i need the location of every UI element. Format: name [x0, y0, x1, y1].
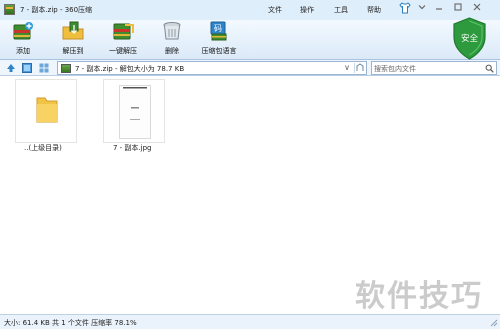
details-view-icon[interactable] [22, 63, 32, 73]
language-code-icon: 码 [207, 21, 231, 41]
search-box[interactable] [371, 61, 497, 75]
title-bar: 7 - 副本.zip - 360压缩 文件 操作 工具 帮助 [0, 0, 500, 20]
up-arrow-icon[interactable] [6, 63, 16, 73]
address-bar: 7 - 副本.zip - 解包大小为 78.7 KB ∨ [0, 60, 500, 76]
svg-text:码: 码 [214, 24, 222, 33]
thumbnail-view-icon[interactable] [39, 63, 49, 73]
resize-grip-icon[interactable] [490, 319, 498, 327]
menu-help[interactable]: 帮助 [367, 5, 381, 15]
image-file-item[interactable] [103, 79, 165, 143]
one-click-extract-button[interactable]: 一键解压 [103, 21, 143, 58]
language-pack-button[interactable]: 码 压缩包语言 [197, 21, 241, 58]
watermark-text: 软件技巧 [355, 279, 483, 314]
skin-shirt-icon[interactable] [398, 2, 412, 16]
image-file-label: 7 - 副本.jpg [113, 144, 152, 152]
delete-button[interactable]: 删除 [158, 21, 186, 58]
address-go-icon[interactable] [354, 63, 365, 73]
add-archive-icon [11, 21, 35, 41]
add-button[interactable]: 添加 [8, 21, 38, 58]
maximize-icon[interactable] [451, 2, 465, 16]
image-file-icon [119, 85, 151, 139]
delete-label: 删除 [165, 47, 179, 55]
status-bar: 大小: 61.4 KB 共 1 个文件 压缩率 78.1% [0, 314, 500, 329]
extract-to-button[interactable]: 解压到 [55, 21, 91, 58]
app-zip-icon [4, 4, 15, 15]
search-icon[interactable] [485, 64, 494, 73]
extract-to-label: 解压到 [62, 47, 84, 55]
menu-operation[interactable]: 操作 [300, 5, 314, 15]
window-title: 7 - 副本.zip - 360压缩 [20, 6, 93, 14]
status-text: 大小: 61.4 KB 共 1 个文件 压缩率 78.1% [4, 319, 137, 327]
zip-archive-icon [61, 64, 71, 73]
parent-directory-label: ..(上级目录) [24, 144, 62, 152]
toolbar: 添加 解压到 一键解压 删除 码 压缩包语言 [0, 20, 500, 60]
address-path-text: 7 - 副本.zip - 解包大小为 78.7 KB [75, 65, 185, 73]
address-path-field[interactable]: 7 - 副本.zip - 解包大小为 78.7 KB ∨ [57, 61, 367, 75]
parent-directory-item[interactable] [15, 79, 77, 143]
one-click-extract-label: 一键解压 [109, 47, 137, 55]
address-dropdown-icon[interactable]: ∨ [342, 63, 352, 73]
one-click-extract-icon [111, 21, 135, 41]
folder-icon [36, 97, 58, 123]
menu-file[interactable]: 文件 [268, 5, 282, 15]
minimize-icon[interactable] [432, 2, 446, 16]
dropdown-menu-icon[interactable] [415, 2, 429, 16]
language-pack-label: 压缩包语言 [201, 47, 237, 55]
menu-tools[interactable]: 工具 [334, 5, 348, 15]
search-input[interactable] [374, 63, 482, 74]
close-icon[interactable] [470, 2, 484, 16]
add-label: 添加 [16, 47, 30, 55]
svg-text:安全: 安全 [461, 33, 479, 44]
folder-extract-icon [61, 21, 85, 41]
security-shield-badge[interactable]: 安全 [452, 17, 487, 60]
trash-bin-icon [160, 21, 184, 41]
